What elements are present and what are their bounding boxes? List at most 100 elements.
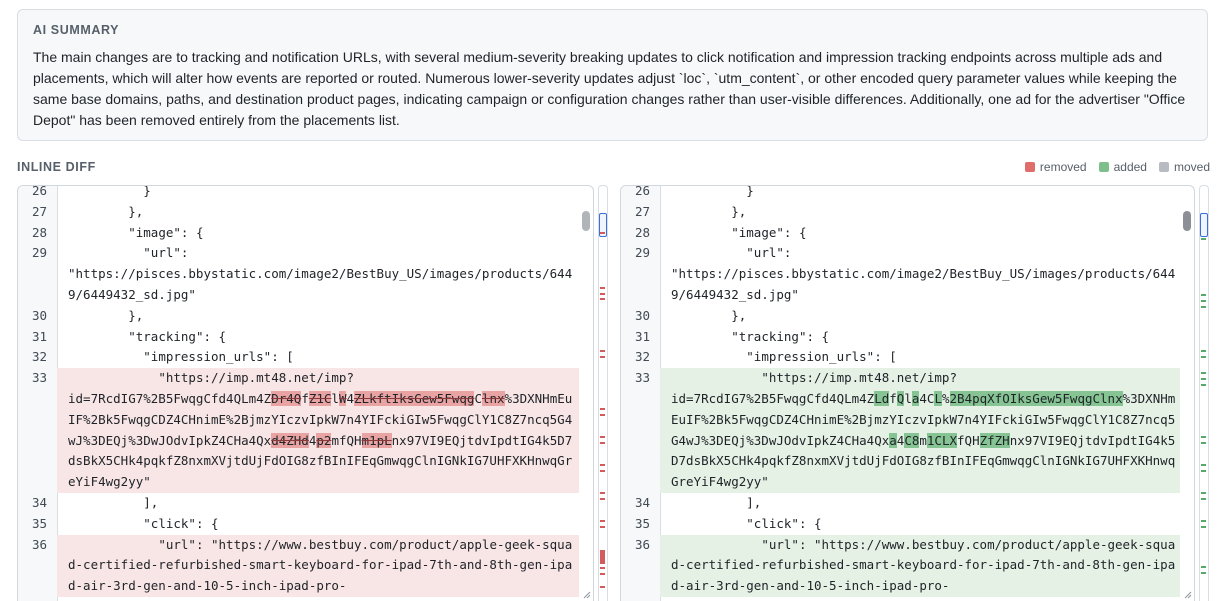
right-code-lines: 26 } 27 }, 28 "image": {29 "url": "https:/…	[621, 185, 1180, 597]
line-code: }	[57, 185, 579, 202]
left-diff-line: 33 "https://imp.mt48.net/imp? id=7RcdIG7…	[18, 368, 579, 493]
code-text: },	[671, 203, 747, 219]
code-text: }	[68, 185, 151, 198]
line-number: 27	[32, 203, 48, 219]
line-number: 29	[635, 245, 651, 261]
code-text: "tracking": {	[671, 328, 830, 344]
added-swatch	[1098, 162, 1109, 172]
right-diff-line: 31 "tracking": {	[621, 327, 1180, 348]
diff-legend: removed added moved	[1024, 160, 1210, 174]
inline-diff-header: INLINE DIFF removed added moved	[17, 159, 1210, 175]
code-text: "click": {	[671, 515, 822, 531]
code-text: 4	[346, 390, 355, 406]
added-text: ZfZH	[979, 432, 1010, 448]
left-diff-line: 27 },	[18, 202, 579, 223]
code-text: %	[941, 390, 950, 406]
line-number: 32	[635, 349, 651, 365]
left-diff-pane[interactable]: 26 } 27 }, 28 "image": {29 "url": "https:/…	[17, 185, 594, 601]
code-text: m	[919, 432, 927, 448]
line-code: "url": "https://www.bestbuy.com/product/…	[57, 534, 579, 597]
line-number: 32	[32, 349, 48, 365]
line-number: 33	[32, 370, 48, 386]
line-number: 34	[32, 494, 48, 510]
line-code: "tracking": {	[57, 327, 579, 348]
left-diff-line: 29 "url": "https://pisces.bbystatic.com/…	[18, 243, 579, 305]
ai-summary-title: AI SUMMARY	[33, 23, 120, 37]
line-number: 26	[32, 185, 48, 198]
right-diff-line: 27 },	[621, 202, 1180, 223]
line-number: 31	[635, 328, 651, 344]
line-code: "url": "https://pisces.bbystatic.com/ima…	[57, 243, 579, 305]
code-text: }	[671, 185, 754, 198]
removed-text: ZLkftIksGew5Fwqg	[354, 390, 475, 406]
left-diff-line: 26 }	[18, 185, 579, 202]
left-scrollbar-thumb[interactable]	[582, 211, 590, 231]
code-text: "url": "https://www.bestbuy.com/product/…	[68, 536, 573, 594]
legend-moved: moved	[1158, 160, 1210, 174]
line-number: 36	[635, 536, 651, 552]
left-diff-line: 30 },	[18, 306, 579, 327]
line-code: "url": "https://www.bestbuy.com/product/…	[660, 534, 1180, 597]
right-diff-line: 28 "image": {	[621, 223, 1180, 244]
code-text: C	[474, 390, 482, 406]
line-code: "impression_urls": [	[57, 347, 579, 368]
line-code: "click": {	[57, 514, 579, 535]
line-code: }	[660, 185, 1180, 202]
code-text: l	[904, 390, 912, 406]
right-scrollbar-thumb[interactable]	[1183, 211, 1191, 231]
added-text: a	[889, 432, 897, 448]
line-code: },	[57, 202, 579, 223]
left-diff-line: 35 "click": {	[18, 514, 579, 535]
ai-summary-text: The main changes are to tracking and not…	[33, 49, 1186, 128]
left-diff-line: 36 "url": "https://www.bestbuy.com/produ…	[18, 534, 579, 597]
right-resize-handle-icon[interactable]	[1184, 591, 1192, 599]
added-text: L	[934, 390, 942, 406]
line-number: 28	[635, 224, 651, 240]
right-diff-line: 30 },	[621, 306, 1180, 327]
right-diff-line: 36 "url": "https://www.bestbuy.com/produ…	[621, 534, 1180, 597]
code-text: ],	[671, 494, 762, 510]
right-minimap[interactable]	[1199, 185, 1209, 601]
legend-removed-label: removed	[1039, 160, 1087, 174]
right-diff-pane[interactable]: 26 } 27 }, 28 "image": {29 "url": "https:/…	[620, 185, 1195, 601]
legend-added-label: added	[1113, 160, 1147, 174]
code-text: "image": {	[671, 224, 807, 240]
added-text: 2B4pqXfOIksGew5FwqgClnx	[949, 390, 1123, 406]
line-code: "click": {	[660, 514, 1180, 535]
right-diff-line: 26 }	[621, 185, 1180, 202]
right-diff-line: 35 "click": {	[621, 514, 1180, 535]
removed-text: m1pL	[361, 432, 392, 448]
code-text: f	[301, 390, 309, 406]
left-minimap[interactable]	[598, 185, 608, 601]
code-text: mfQH	[331, 432, 362, 448]
code-text: "click": {	[68, 515, 219, 531]
left-diff-line: 34 ],	[18, 493, 579, 514]
right-minimap-viewport[interactable]	[1200, 213, 1208, 237]
left-resize-handle-icon[interactable]	[583, 591, 591, 599]
line-code: "url": "https://pisces.bbystatic.com/ima…	[660, 243, 1180, 305]
removed-text: Z1C	[308, 390, 332, 406]
legend-added: added	[1098, 160, 1147, 174]
removed-swatch	[1024, 162, 1035, 172]
code-text: "image": {	[68, 224, 204, 240]
line-number: 31	[32, 328, 48, 344]
code-text: "impression_urls": [	[671, 349, 897, 365]
right-diff-line: 32 "impression_urls": [	[621, 347, 1180, 368]
left-diff-line: 32 "impression_urls": [	[18, 347, 579, 368]
line-code: },	[57, 306, 579, 327]
line-code: "https://imp.mt48.net/imp? id=7RcdIG7%2B…	[57, 368, 579, 493]
line-number: 29	[32, 245, 48, 261]
code-text: fQH	[957, 432, 980, 448]
right-diff-line: 29 "url": "https://pisces.bbystatic.com/…	[621, 243, 1180, 305]
line-code: "https://imp.mt48.net/imp? id=7RcdIG7%2B…	[660, 368, 1180, 493]
line-code: "image": {	[660, 223, 1180, 244]
removed-text: Dr4Q	[271, 390, 302, 406]
code-text: "url": "https://www.bestbuy.com/product/…	[671, 536, 1176, 594]
right-diff-line: 34 ],	[621, 493, 1180, 514]
legend-removed: removed	[1024, 160, 1087, 174]
line-number: 33	[635, 370, 651, 386]
line-number: 35	[635, 515, 651, 531]
left-diff-line: 28 "image": {	[18, 223, 579, 244]
legend-moved-label: moved	[1173, 160, 1210, 174]
line-number: 28	[32, 224, 48, 240]
